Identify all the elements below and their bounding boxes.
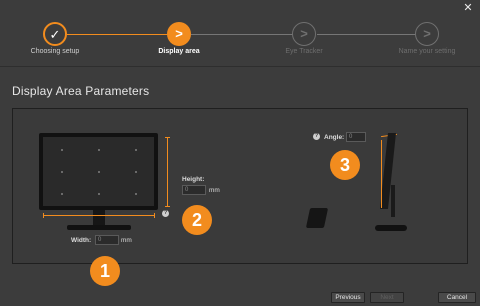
previous-button[interactable]: Previous — [331, 292, 365, 303]
side-foot — [375, 225, 407, 231]
step-badge-1: 1 — [90, 256, 120, 286]
calibration-dot — [61, 193, 63, 195]
height-label: Height: — [182, 176, 205, 183]
calibration-dot — [98, 193, 100, 195]
width-tick-right — [154, 213, 155, 218]
calibration-dot — [135, 171, 137, 173]
step-connector-1 — [67, 34, 177, 35]
header-divider — [0, 66, 480, 67]
width-label: Width: — [71, 237, 92, 244]
width-input[interactable]: 0 — [95, 235, 119, 245]
step-4-arrow-icon: > — [415, 22, 439, 46]
step-badge-2: 2 — [182, 205, 212, 235]
page-title: Display Area Parameters — [12, 84, 150, 98]
width-tick-left — [43, 213, 44, 218]
height-input[interactable]: 0 — [182, 185, 206, 195]
help-icon[interactable]: ? — [162, 210, 169, 217]
step-connector-2 — [191, 34, 303, 35]
step-1-checkmark-icon: ✓ — [43, 22, 67, 46]
monitor-stand — [93, 210, 105, 226]
step-3-arrow-icon: > — [292, 22, 316, 46]
calibration-dot — [98, 149, 100, 151]
step-4-label: Name your setting — [398, 48, 456, 55]
angle-label: Angle: — [324, 134, 345, 141]
height-tick-bottom — [165, 206, 170, 207]
height-dimension-line — [167, 137, 168, 207]
side-stand — [391, 185, 395, 217]
calibration-dot — [135, 149, 137, 151]
calibration-dot — [61, 149, 63, 151]
step-2-label: Display area — [158, 48, 200, 55]
wizard-stepper: ✓ > > > Choosing setup Display area Eye … — [0, 0, 480, 70]
width-dimension-line — [43, 215, 155, 216]
next-button[interactable]: Next — [370, 292, 404, 303]
step-connector-3 — [317, 34, 425, 35]
step-1-label: Choosing setup — [30, 48, 80, 55]
side-dimension-line — [381, 140, 382, 208]
calibration-dot — [135, 193, 137, 195]
step-2-arrow-icon: > — [167, 22, 191, 46]
step-badge-3: 3 — [330, 150, 360, 180]
width-unit: mm — [121, 237, 132, 244]
monitor-base — [67, 225, 131, 230]
height-unit: mm — [209, 187, 220, 194]
help-icon[interactable]: ? — [313, 133, 320, 140]
cancel-button[interactable]: Cancel — [438, 292, 476, 303]
monitor-screen — [43, 137, 154, 206]
angle-input[interactable]: 0 — [346, 132, 366, 142]
calibration-dot — [98, 171, 100, 173]
step-3-label: Eye Tracker — [285, 48, 323, 55]
calibration-dot — [61, 171, 63, 173]
height-tick-top — [165, 137, 170, 138]
